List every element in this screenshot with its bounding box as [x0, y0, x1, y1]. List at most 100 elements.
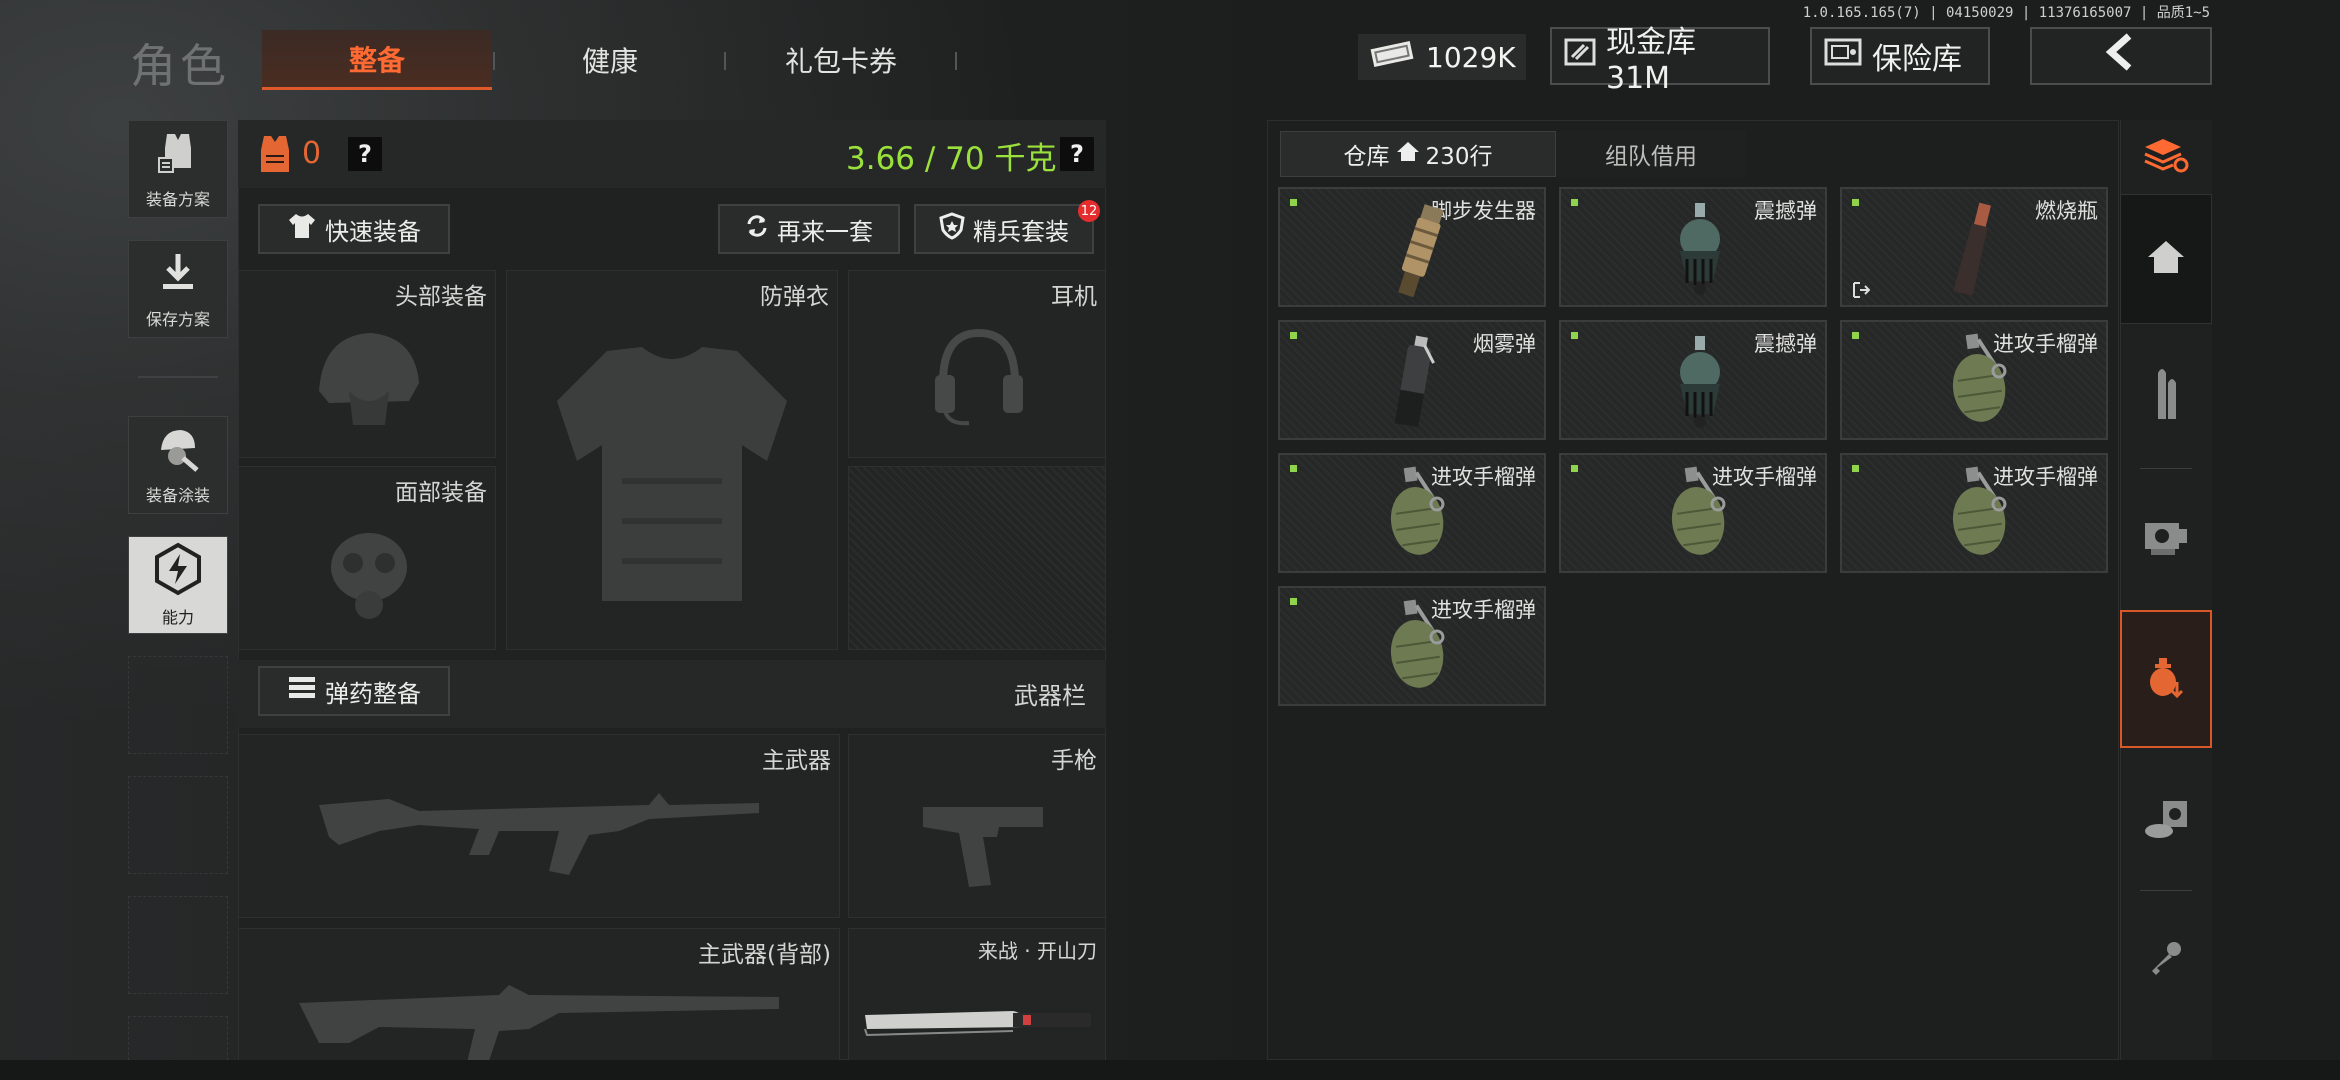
back-arrow-icon [2101, 32, 2141, 80]
storage-item[interactable]: 脚步发生器 [1278, 187, 1546, 307]
category-divider [2140, 890, 2192, 891]
slot-label: 手枪 [1051, 748, 1097, 774]
item-name: 烟雾弹 [1473, 332, 1536, 356]
face-gear-slot[interactable]: 面部装备 [238, 466, 496, 650]
quality-dot [1571, 465, 1578, 472]
slot-label: 面部装备 [395, 480, 487, 506]
category-keys[interactable] [2120, 896, 2212, 1026]
elite-set-button[interactable]: 精兵套装 [914, 204, 1094, 254]
storage-item[interactable]: 烟雾弹 [1278, 320, 1546, 440]
quality-dot [1290, 199, 1297, 206]
primary-weapon-slot[interactable]: 主武器 [238, 734, 840, 918]
weapon-bar-label: 武器栏 [1014, 682, 1086, 710]
bottom-bar [0, 1060, 2340, 1080]
category-throwables[interactable] [2120, 610, 2212, 748]
quality-dot [1852, 465, 1859, 472]
quality-dot [1290, 332, 1297, 339]
quality-dot [1852, 199, 1859, 206]
ammo-bullets-icon [2146, 363, 2186, 427]
elite-set-badge: 12 [1078, 200, 1100, 222]
item-name: 震撼弹 [1754, 199, 1817, 223]
back-weapon-slot[interactable]: 主武器(背部) [238, 928, 840, 1073]
key-icon [2146, 939, 2186, 983]
tab-health[interactable]: 健康 [495, 30, 725, 90]
lightning-hex-icon [151, 542, 205, 600]
ammo-prep-button[interactable]: 弹药整备 [258, 666, 450, 716]
safe-label: 保险库 [1872, 42, 1962, 77]
category-ammo[interactable] [2120, 330, 2212, 460]
sidebar-equip-plan[interactable]: 装备方案 [128, 120, 228, 218]
storage-item[interactable]: 震撼弹 [1559, 187, 1827, 307]
money-value: 1029K [1426, 40, 1516, 74]
cash-vault-button[interactable]: 现金库 31M [1550, 25, 1770, 96]
melee-slot[interactable]: 来战 · 开山刀 [848, 928, 1106, 1068]
tab-team-borrow[interactable]: 组队借用 [1556, 131, 1746, 177]
quality-dot [1571, 199, 1578, 206]
slot-label: 来战 · 开山刀 [977, 939, 1097, 963]
again-label: 再来一套 [777, 217, 873, 246]
cash-vault-icon [1564, 37, 1596, 75]
category-divider [2140, 468, 2192, 469]
warehouse-rows: 230行 [1425, 144, 1493, 170]
item-name: 燃烧瓶 [2035, 199, 2098, 223]
storage-item[interactable]: 进攻手榴弹 [1840, 320, 2108, 440]
quick-equip-button[interactable]: 快速装备 [258, 204, 450, 254]
storage-item[interactable]: 进攻手榴弹 [1559, 453, 1827, 573]
sidebar-label: 装备方案 [145, 190, 210, 209]
quality-dot [1290, 598, 1297, 605]
storage-item[interactable]: 进攻手榴弹 [1278, 453, 1546, 573]
headset-slot[interactable]: 耳机 [848, 270, 1106, 458]
cash-stack-icon [1368, 39, 1416, 76]
money-display: 1029K [1358, 34, 1526, 80]
armor-vest-icon [258, 132, 292, 180]
storage-item[interactable]: 进攻手榴弹 [1278, 586, 1546, 706]
category-consumables[interactable] [2120, 756, 2212, 886]
rifle-back-icon [299, 985, 779, 1073]
medkit-icon [2141, 797, 2191, 845]
grenade-download-icon [2141, 652, 2191, 706]
sidebar-save-plan[interactable]: 保存方案 [128, 240, 228, 338]
body-armor-slot[interactable]: 防弹衣 [506, 270, 838, 650]
refresh-icon [745, 214, 769, 244]
sidebar-label: 装备涂装 [145, 486, 210, 505]
storage-item[interactable]: 进攻手榴弹 [1840, 453, 2108, 573]
tab-warehouse[interactable]: 仓库 230行 [1280, 131, 1556, 177]
storage-item[interactable]: 燃烧瓶 [1840, 187, 2108, 307]
tab-divider [955, 52, 957, 70]
scope-sight-icon [2141, 515, 2191, 563]
version-text: 1.0.165.165(7) | 04150029 | 11376165007 … [1802, 5, 2210, 21]
ammo-prep-label: 弹药整备 [325, 679, 421, 708]
category-home[interactable] [2120, 194, 2212, 324]
quality-dot [1571, 332, 1578, 339]
weight-display: 3.66 / 70 千克 [846, 141, 1057, 177]
tab-gift-coupons[interactable]: 礼包卡券 [726, 30, 956, 90]
again-button[interactable]: 再来一套 [718, 204, 900, 254]
armor-count: 0 [302, 136, 322, 171]
category-attachments[interactable] [2120, 474, 2212, 604]
head-gear-slot[interactable]: 头部装备 [238, 270, 496, 458]
sidebar-equip-paint[interactable]: 装备涂装 [128, 416, 228, 514]
pistol-slot[interactable]: 手枪 [848, 734, 1106, 918]
back-button[interactable] [2030, 27, 2212, 85]
download-icon [153, 248, 203, 302]
sidebar-divider [138, 376, 218, 378]
tab-warehouse-label: 仓库 [1343, 144, 1390, 170]
storage-item[interactable]: 震撼弹 [1559, 320, 1827, 440]
headset-icon [935, 328, 1023, 426]
home-icon [2146, 239, 2186, 279]
shirt-icon [287, 212, 317, 246]
locked-slot [848, 466, 1106, 650]
sort-stack-button[interactable] [2120, 120, 2212, 194]
sidebar-label: 保存方案 [145, 310, 210, 329]
machete-icon [864, 1011, 1091, 1037]
body-armor-icon [557, 347, 787, 601]
item-name: 震撼弹 [1754, 332, 1817, 356]
sidebar-ability[interactable]: 能力 [128, 536, 228, 634]
armor-help-button[interactable]: ? [348, 137, 382, 171]
quick-equip-label: 快速装备 [325, 217, 421, 246]
weight-help-button[interactable]: ? [1060, 137, 1094, 171]
shield-icon [939, 212, 965, 246]
sidebar-label: 能力 [161, 608, 194, 627]
tab-equip[interactable]: 整备 [262, 30, 492, 90]
safe-button[interactable]: 保险库 [1810, 27, 1990, 85]
